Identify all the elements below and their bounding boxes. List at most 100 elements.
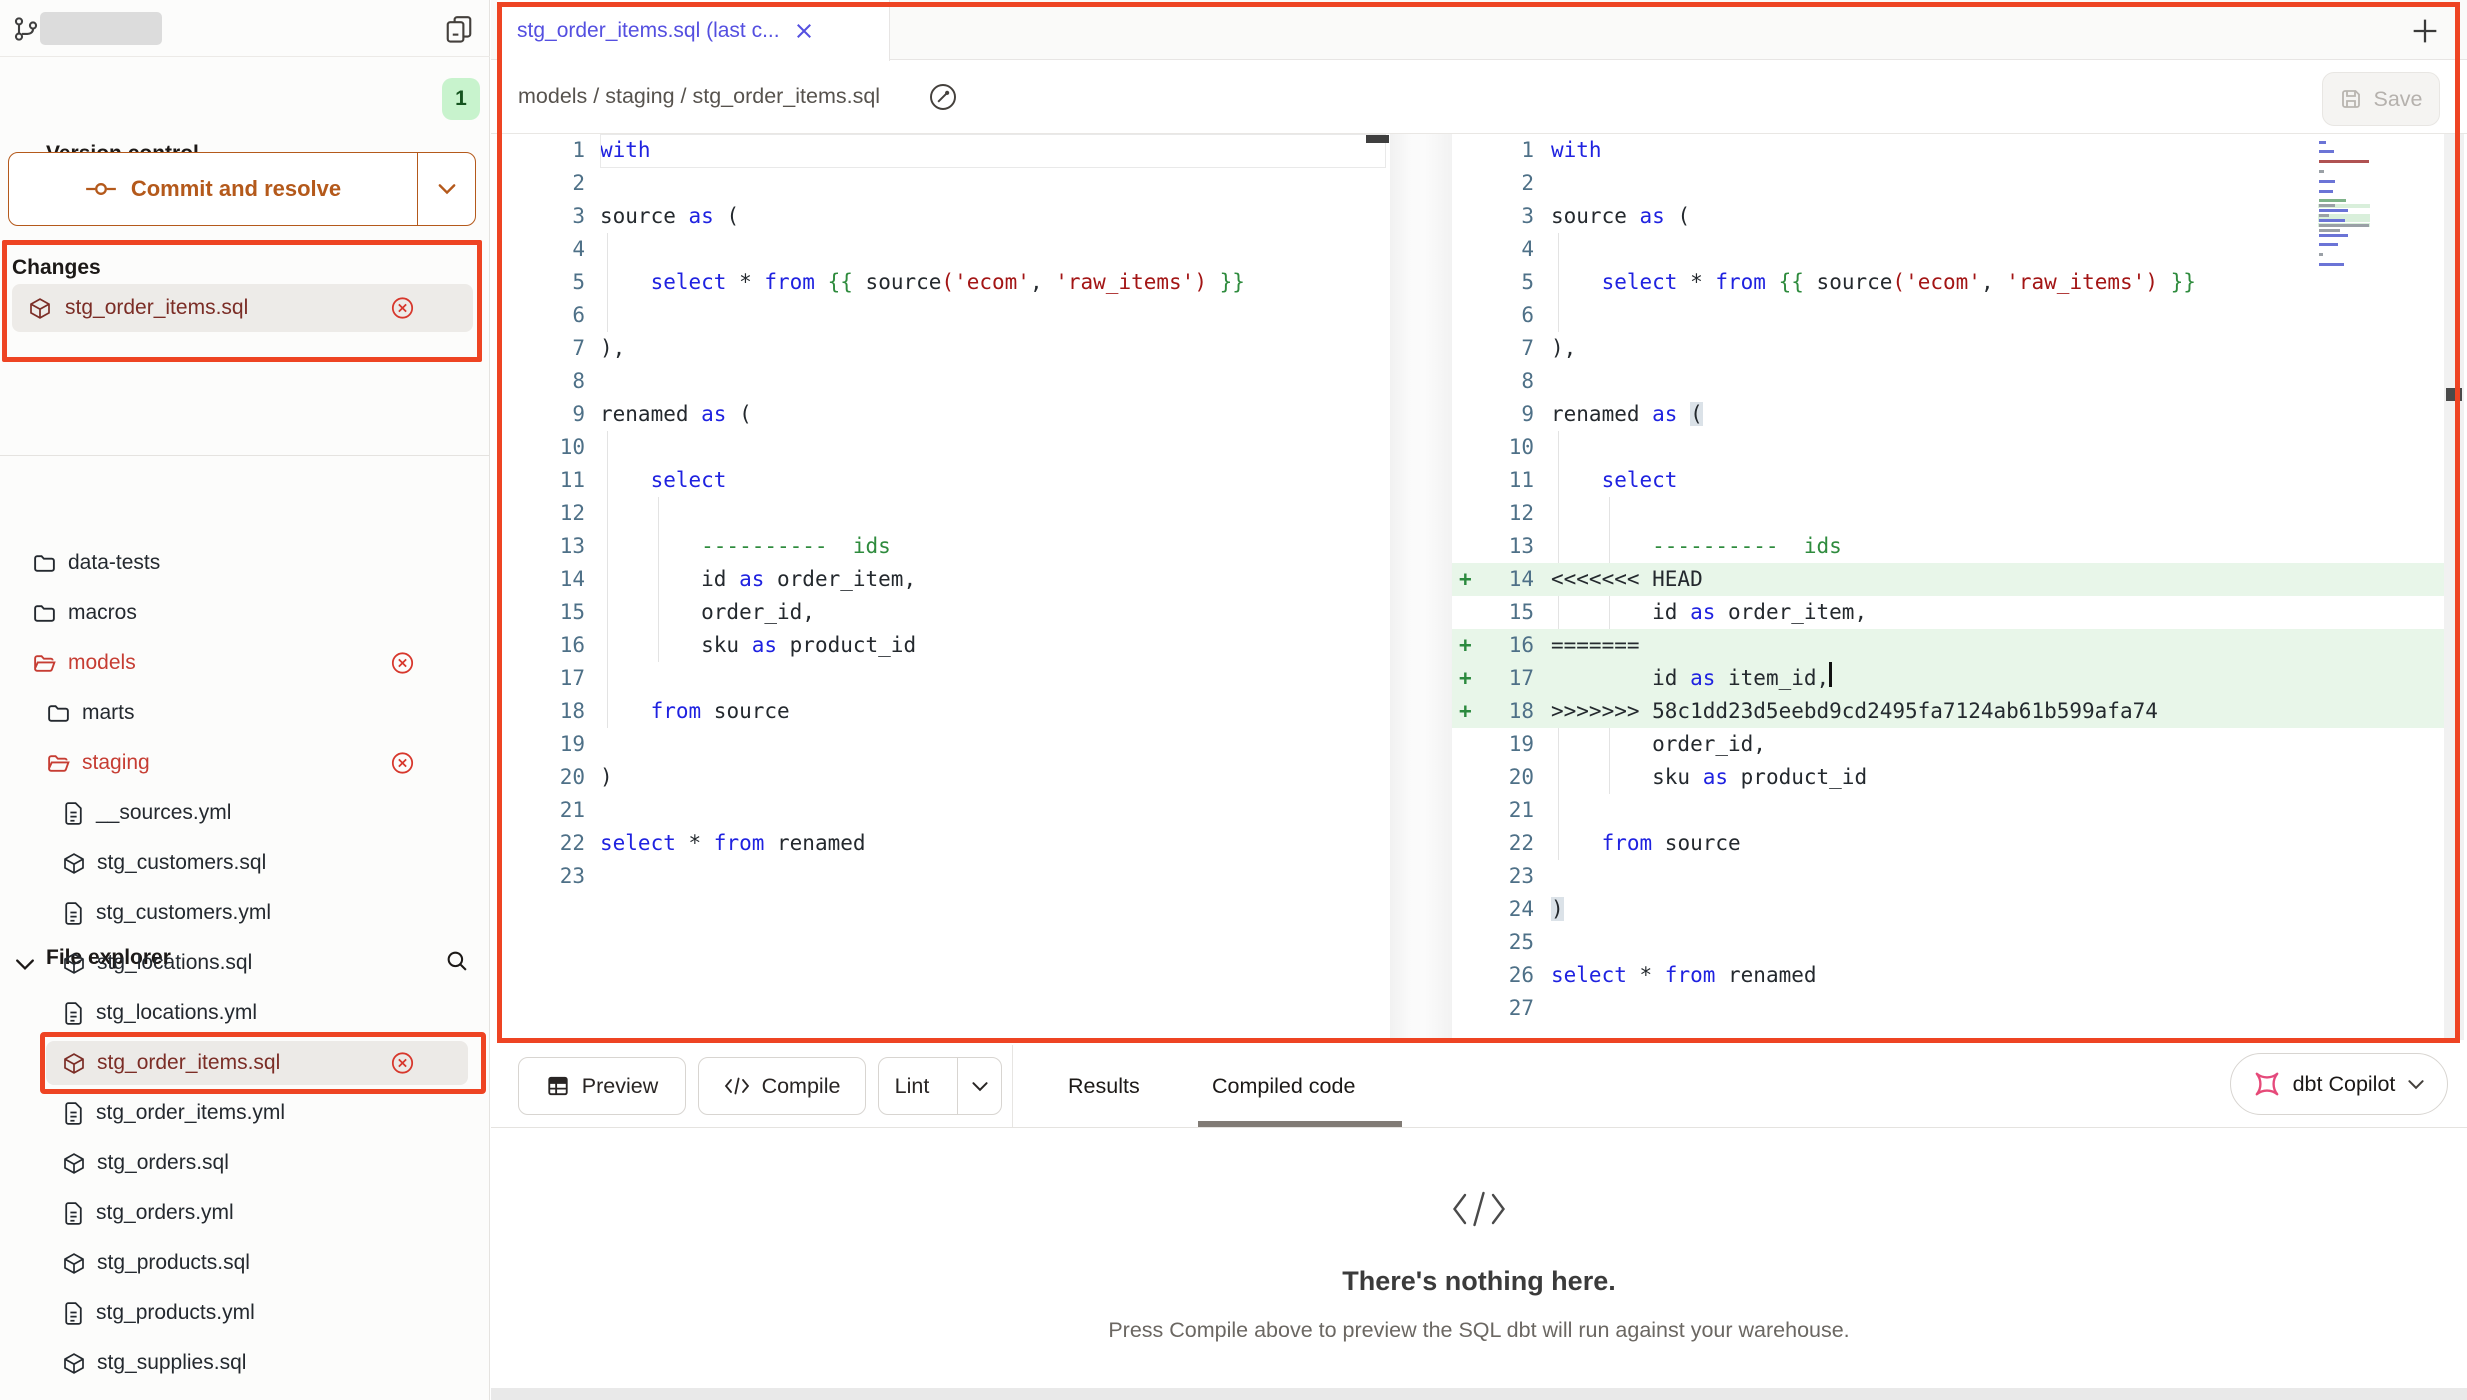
git-branch-icon[interactable]	[12, 14, 40, 44]
tree-item-label: stg_orders.sql	[97, 1151, 229, 1175]
indent-guide	[658, 497, 659, 530]
tree-item-label: models	[68, 651, 136, 675]
diff-added-marker	[1452, 827, 1478, 860]
line-number: 8	[1478, 365, 1551, 398]
active-line-box	[600, 134, 1386, 168]
tree-item-stg_supplies.sql[interactable]: stg_supplies.sql	[0, 1338, 490, 1388]
line-number: 17	[491, 662, 600, 695]
indent-guide	[607, 629, 608, 662]
tree-item-stg_orders.yml[interactable]: stg_orders.yml	[0, 1188, 490, 1238]
tree-item-label: stg_orders.yml	[96, 1201, 234, 1225]
empty-code-icon	[1450, 1188, 1508, 1230]
lint-options-caret[interactable]	[957, 1058, 1001, 1114]
lint-button[interactable]: Lint	[879, 1058, 945, 1114]
new-tab-plus-icon[interactable]	[2408, 14, 2442, 48]
tree-item-stg_locations.yml[interactable]: stg_locations.yml	[0, 988, 490, 1038]
indent-guide	[607, 266, 608, 299]
save-button[interactable]: Save	[2322, 72, 2440, 126]
code-line: 4	[1452, 233, 2444, 266]
code-line: 10	[1452, 431, 2444, 464]
code-line: 5 select * from {{ source('ecom', 'raw_i…	[491, 266, 1390, 299]
tree-item-stg_products.sql[interactable]: stg_products.sql	[0, 1238, 490, 1288]
tree-item-label: stg_order_items.sql	[97, 1051, 280, 1075]
minimap-line	[2319, 234, 2348, 237]
tab-compiled-code[interactable]: Compiled code	[1212, 1060, 1355, 1112]
commit-and-resolve-button[interactable]: Commit and resolve	[8, 152, 476, 226]
minimap-line	[2319, 219, 2345, 222]
preview-button[interactable]: Preview	[518, 1057, 686, 1115]
dbt-copilot-button[interactable]: dbt Copilot	[2230, 1053, 2448, 1115]
diff-added-marker	[1452, 761, 1478, 794]
tree-item-stg_order_items.yml[interactable]: stg_order_items.yml	[0, 1088, 490, 1138]
lineage-icon[interactable]	[928, 82, 958, 112]
indent-guide	[1609, 497, 1610, 530]
tree-item-stg_products.yml[interactable]: stg_products.yml	[0, 1288, 490, 1338]
line-number: 15	[491, 596, 600, 629]
version-control-section-header[interactable]: Version control	[0, 66, 490, 122]
tree-item-macros[interactable]: macros	[0, 588, 490, 638]
tree-item-models[interactable]: models	[0, 638, 490, 688]
code-line: 21	[1452, 794, 2444, 827]
changed-file-name: stg_order_items.sql	[65, 296, 248, 320]
tree-item-staging[interactable]: staging	[0, 738, 490, 788]
editor-pane-right[interactable]: 1with23source as (45 select * from {{ so…	[1452, 134, 2444, 1025]
tree-item-label: stg_supplies.sql	[97, 1351, 246, 1375]
indent-guide	[1558, 299, 1559, 332]
tree-item-__sources.yml[interactable]: __sources.yml	[0, 788, 490, 838]
editor-pane-left[interactable]: 1with23source as (45 select * from {{ so…	[491, 134, 1390, 893]
file-explorer-section-header[interactable]: File explorer	[0, 468, 490, 516]
line-number: 9	[491, 398, 600, 431]
tab-results[interactable]: Results	[1068, 1060, 1140, 1112]
line-number: 22	[491, 827, 600, 860]
doc-icon	[62, 1001, 85, 1026]
indent-guide	[658, 629, 659, 662]
indent-guide	[1558, 431, 1559, 464]
tree-item-stg_customers.sql[interactable]: stg_customers.sql	[0, 838, 490, 888]
line-number: 11	[1478, 464, 1551, 497]
lint-split-button[interactable]: Lint	[878, 1057, 1002, 1115]
discard-file-icon[interactable]	[390, 651, 415, 676]
code-line: 23	[1452, 860, 2444, 893]
changed-file-row[interactable]: stg_order_items.sql	[12, 284, 473, 332]
line-number: 4	[1478, 233, 1551, 266]
right-scrollbar-thumb[interactable]	[2446, 388, 2462, 401]
code-line: 16 sku as product_id	[491, 629, 1390, 662]
pane-divider-shadow	[1390, 134, 1452, 1040]
copy-docs-icon[interactable]	[444, 13, 474, 45]
save-icon	[2339, 87, 2363, 111]
line-number: 18	[491, 695, 600, 728]
folder-open-icon	[46, 751, 71, 776]
doc-icon	[62, 1201, 85, 1226]
toolbar-bottom-border	[491, 1127, 2467, 1128]
tree-item-stg_customers.yml[interactable]: stg_customers.yml	[0, 888, 490, 938]
tree-item-stg_orders.sql[interactable]: stg_orders.sql	[0, 1138, 490, 1188]
tree-item-marts[interactable]: marts	[0, 688, 490, 738]
minimap[interactable]	[2318, 140, 2370, 276]
discard-change-icon[interactable]	[390, 296, 415, 321]
discard-file-icon[interactable]	[390, 1051, 415, 1076]
code-line: 22 from source	[1452, 827, 2444, 860]
code-line: 21	[491, 794, 1390, 827]
left-scrollbar-thumb[interactable]	[1366, 135, 1389, 143]
code-line: 17	[491, 662, 1390, 695]
discard-file-icon[interactable]	[390, 751, 415, 776]
tree-item-stg_order_items.sql[interactable]: stg_order_items.sql	[0, 1038, 490, 1088]
line-number: 23	[491, 860, 600, 893]
minimap-line	[2319, 160, 2369, 163]
model-icon	[62, 1151, 86, 1176]
changes-title: Changes	[12, 256, 101, 280]
line-number: 13	[1478, 530, 1551, 563]
code-line: 5 select * from {{ source('ecom', 'raw_i…	[1452, 266, 2444, 299]
text-cursor	[1829, 662, 1832, 687]
line-number: 15	[1478, 596, 1551, 629]
commit-button-main[interactable]: Commit and resolve	[9, 153, 417, 225]
close-icon[interactable]	[794, 21, 814, 41]
line-number: 6	[491, 299, 600, 332]
tree-item-data-tests[interactable]: data-tests	[0, 538, 490, 588]
table-icon	[546, 1074, 570, 1098]
tab-stg-order-items[interactable]: stg_order_items.sql (last c...	[497, 0, 890, 61]
right-scrollbar-track[interactable]	[2444, 134, 2464, 1040]
tree-item-stg_locations.sql[interactable]: stg_locations.sql	[0, 938, 490, 988]
compile-button[interactable]: Compile	[698, 1057, 866, 1115]
commit-options-caret[interactable]	[417, 153, 475, 225]
